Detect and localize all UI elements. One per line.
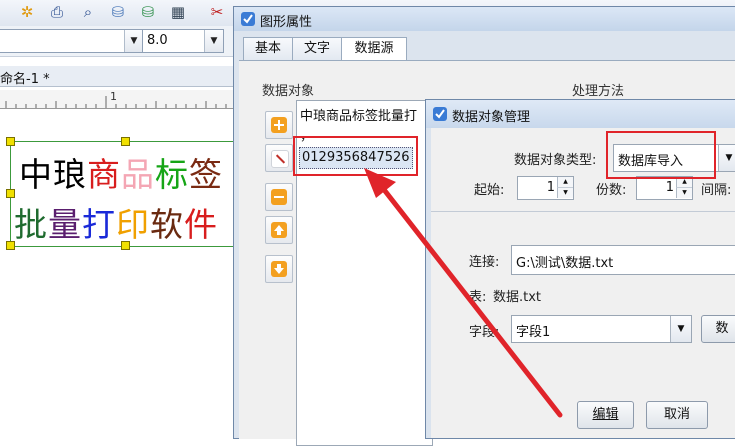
grid-icon[interactable]: ▦ bbox=[169, 3, 187, 21]
chevron-down-icon: ▼ bbox=[124, 30, 143, 52]
move-up-button[interactable] bbox=[265, 216, 293, 244]
chevron-down-icon: ▼ bbox=[670, 316, 691, 342]
pencil-icon bbox=[271, 150, 289, 168]
app-icon bbox=[433, 107, 447, 121]
processing-method-label: 处理方法 bbox=[572, 84, 625, 99]
cut-icon[interactable]: ✂ bbox=[208, 3, 226, 21]
tab-basic[interactable]: 基本 bbox=[243, 37, 293, 60]
insert-data-button[interactable]: 数 bbox=[701, 315, 735, 343]
start-label: 起始: bbox=[474, 183, 505, 198]
database-icon[interactable]: ⛁ bbox=[109, 3, 127, 21]
label-character: 签 bbox=[189, 155, 223, 194]
label-character: 商 bbox=[87, 155, 121, 194]
label-character: 批 bbox=[14, 205, 48, 244]
dialog-title: 数据对象管理 bbox=[452, 110, 531, 125]
highlight-box bbox=[293, 136, 418, 176]
copies-label: 份数: bbox=[596, 183, 627, 198]
minus-icon bbox=[271, 189, 287, 205]
text-label-object[interactable]: 中琅商品标签 批量打印软件 bbox=[6, 137, 237, 250]
tab-data-source[interactable]: 数据源 bbox=[341, 37, 407, 61]
ruler-mark: 1 bbox=[110, 90, 117, 103]
interval-label: 间隔: bbox=[701, 183, 732, 198]
data-object-actions bbox=[265, 103, 295, 443]
type-label: 数据对象类型: bbox=[514, 153, 597, 168]
spin-down-icon[interactable]: ▼ bbox=[676, 188, 692, 198]
spin-down-icon[interactable]: ▼ bbox=[557, 188, 573, 198]
database-settings-icon[interactable]: ⛁ bbox=[139, 3, 157, 21]
start-value: 1 bbox=[546, 180, 555, 195]
label-text-line-2: 批量打印软件 bbox=[14, 198, 218, 246]
font-family-select[interactable]: ▼ bbox=[0, 29, 144, 53]
settings-icon[interactable]: ✲ bbox=[18, 3, 36, 21]
label-character: 品 bbox=[121, 155, 155, 194]
highlight-box bbox=[606, 131, 716, 179]
connection-label: 连接: bbox=[469, 255, 500, 270]
ruler-ticks bbox=[5, 96, 227, 108]
font-size-value: 8.0 bbox=[147, 33, 168, 48]
edit-button[interactable]: 编辑 bbox=[577, 401, 634, 429]
document-tab[interactable]: 命名-1 * bbox=[0, 66, 235, 87]
arrow-up-icon bbox=[271, 222, 287, 238]
document-tab-label: 命名-1 * bbox=[0, 72, 50, 87]
label-character: 件 bbox=[184, 205, 218, 244]
chevron-down-icon: ▼ bbox=[718, 145, 735, 171]
plus-icon bbox=[271, 117, 287, 133]
divider bbox=[431, 211, 735, 212]
label-character: 量 bbox=[48, 205, 82, 244]
field-select[interactable]: 字段1 ▼ bbox=[511, 315, 692, 343]
table-value: 数据.txt bbox=[493, 290, 542, 305]
resize-handle[interactable] bbox=[6, 189, 15, 198]
window-title: 图形属性 bbox=[260, 15, 313, 30]
preview-icon[interactable]: ⌕ bbox=[79, 3, 97, 21]
dialog-titlebar[interactable]: 数据对象管理 bbox=[426, 100, 735, 128]
edit-button-label: 编辑 bbox=[592, 407, 619, 422]
chevron-down-icon: ▼ bbox=[204, 30, 223, 52]
label-character: 琅 bbox=[53, 155, 87, 194]
add-data-object-button[interactable] bbox=[265, 111, 293, 139]
field-label: 字段: bbox=[469, 325, 500, 340]
connection-value: G:\测试\数据.txt bbox=[516, 256, 614, 271]
connection-field[interactable]: G:\测试\数据.txt bbox=[511, 245, 735, 275]
resize-handle[interactable] bbox=[121, 137, 130, 146]
tab-text[interactable]: 文字 bbox=[292, 37, 342, 60]
move-down-button[interactable] bbox=[265, 255, 293, 283]
label-character: 软 bbox=[150, 205, 184, 244]
resize-handle[interactable] bbox=[6, 137, 15, 146]
font-toolbar: ▼ 8.0 ▼ bbox=[0, 26, 235, 57]
edit-data-object-button[interactable] bbox=[265, 144, 293, 172]
font-size-select[interactable]: 8.0 ▼ bbox=[142, 29, 224, 53]
horizontal-ruler: 1 bbox=[0, 90, 235, 109]
label-character: 中 bbox=[19, 155, 53, 194]
data-objects-label: 数据对象 bbox=[262, 84, 315, 99]
remove-data-object-button[interactable] bbox=[265, 183, 293, 211]
start-spinner[interactable]: 1 ▲ ▼ bbox=[517, 176, 574, 200]
spin-up-icon[interactable]: ▲ bbox=[557, 177, 573, 188]
label-character: 打 bbox=[82, 205, 116, 244]
field-value: 字段1 bbox=[516, 325, 551, 340]
table-label: 表: bbox=[469, 290, 487, 305]
window-titlebar[interactable]: 图形属性 bbox=[234, 7, 735, 31]
label-character: 标 bbox=[155, 155, 189, 194]
copies-value: 1 bbox=[665, 180, 674, 195]
label-text-line-1: 中琅商品标签 bbox=[19, 148, 223, 196]
copies-spinner[interactable]: 1 ▲ ▼ bbox=[636, 176, 693, 200]
label-character: 印 bbox=[116, 205, 150, 244]
app-icon bbox=[241, 12, 255, 26]
list-item[interactable]: 中琅商品标签批量打 bbox=[300, 105, 428, 124]
cancel-button[interactable]: 取消 bbox=[646, 401, 708, 429]
arrow-down-icon bbox=[271, 261, 287, 277]
print-icon[interactable]: ⎙ bbox=[48, 3, 66, 21]
